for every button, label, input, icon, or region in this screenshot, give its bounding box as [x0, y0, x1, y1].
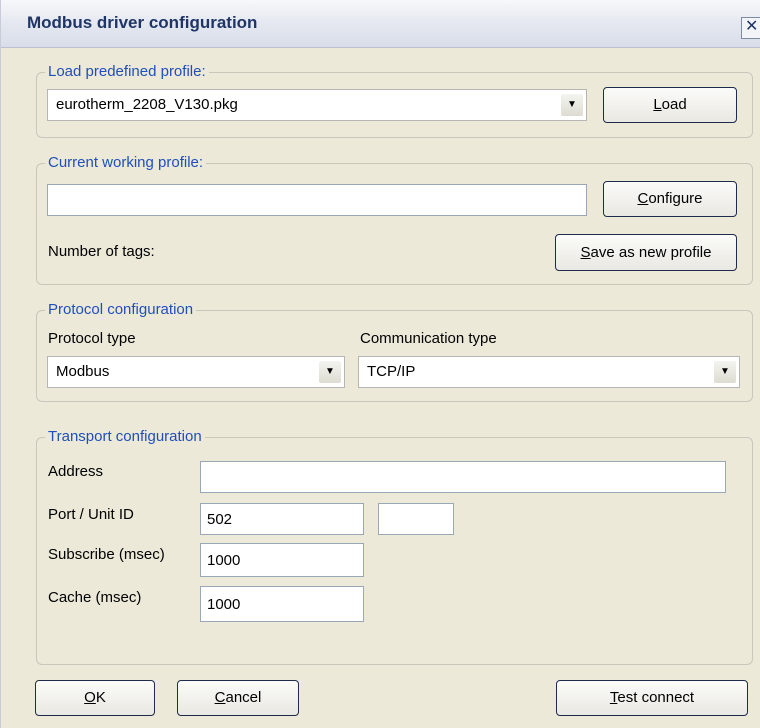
communication-type-value: TCP/IP: [367, 363, 416, 380]
load-button[interactable]: Load: [603, 87, 737, 123]
dialog-title: Modbus driver configuration: [27, 13, 258, 32]
protocol-type-select[interactable]: Modbus ▼: [47, 356, 345, 388]
close-button[interactable]: ✕: [741, 17, 760, 39]
communication-type-select[interactable]: TCP/IP ▼: [358, 356, 740, 388]
communication-type-label: Communication type: [360, 330, 497, 347]
number-of-tags-label: Number of tags:: [48, 243, 155, 260]
protocol-type-value: Modbus: [56, 363, 110, 380]
title-bar: Modbus driver configuration ✕: [1, 0, 760, 48]
chevron-down-icon[interactable]: ▼: [561, 94, 583, 116]
cache-label: Cache (msec): [48, 589, 142, 606]
protocol-config-legend: Protocol configuration: [45, 301, 197, 319]
profile-name-field[interactable]: [47, 184, 587, 216]
transport-config-legend: Transport configuration: [45, 428, 205, 446]
modbus-config-dialog: Modbus driver configuration ✕ Load prede…: [0, 0, 760, 728]
close-icon: ✕: [745, 18, 759, 35]
current-profile-legend: Current working profile:: [45, 154, 207, 172]
chevron-down-icon[interactable]: ▼: [319, 361, 341, 383]
save-as-new-profile-button[interactable]: Save as new profile: [555, 234, 737, 271]
address-label: Address: [48, 463, 104, 480]
test-connect-button[interactable]: Test connect: [556, 680, 748, 716]
port-unit-id-label: Port / Unit ID: [48, 506, 134, 523]
port-field[interactable]: [200, 503, 364, 535]
protocol-type-label: Protocol type: [48, 330, 136, 347]
cache-field[interactable]: [200, 586, 364, 622]
ok-button[interactable]: OK: [35, 680, 155, 716]
chevron-down-icon[interactable]: ▼: [714, 361, 736, 383]
cancel-button[interactable]: Cancel: [177, 680, 299, 716]
unit-id-field[interactable]: [378, 503, 454, 535]
subscribe-label: Subscribe (msec): [48, 546, 165, 563]
configure-button[interactable]: Configure: [603, 181, 737, 217]
predefined-profile-select[interactable]: eurotherm_2208_V130.pkg ▼: [47, 89, 587, 121]
subscribe-field[interactable]: [200, 543, 364, 577]
load-profile-legend: Load predefined profile:: [45, 63, 209, 81]
predefined-profile-value: eurotherm_2208_V130.pkg: [56, 96, 238, 113]
address-field[interactable]: [200, 461, 726, 493]
